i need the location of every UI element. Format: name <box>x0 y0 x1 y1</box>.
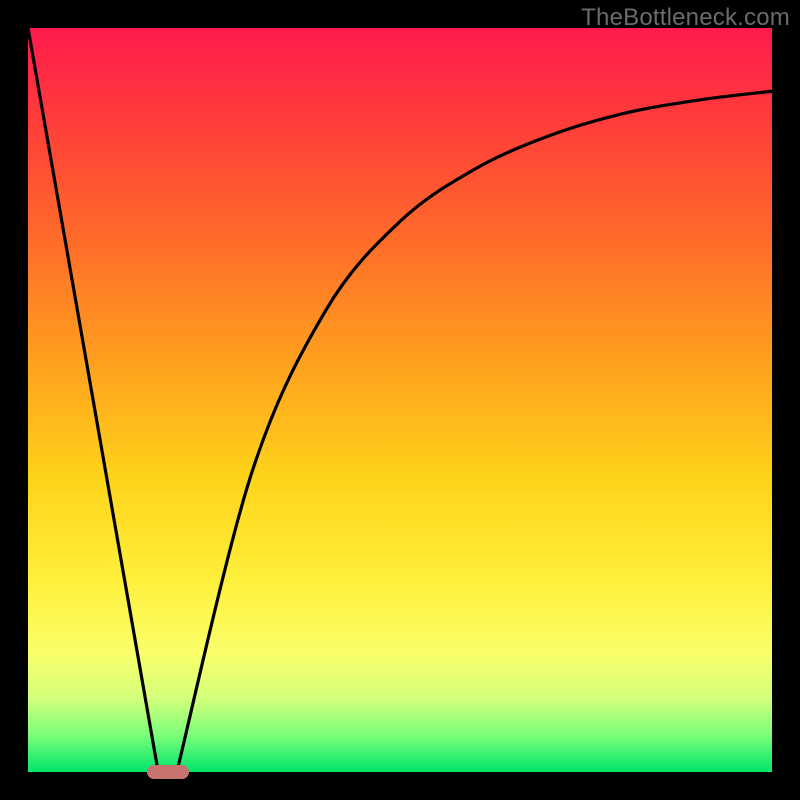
plot-area <box>28 28 772 772</box>
optimum-marker <box>147 765 189 779</box>
chart-frame: TheBottleneck.com <box>0 0 800 800</box>
watermark-text: TheBottleneck.com <box>581 4 790 32</box>
bottleneck-curve <box>28 28 772 772</box>
curve-left-descent <box>28 28 158 772</box>
curve-right-ascent <box>177 91 772 772</box>
